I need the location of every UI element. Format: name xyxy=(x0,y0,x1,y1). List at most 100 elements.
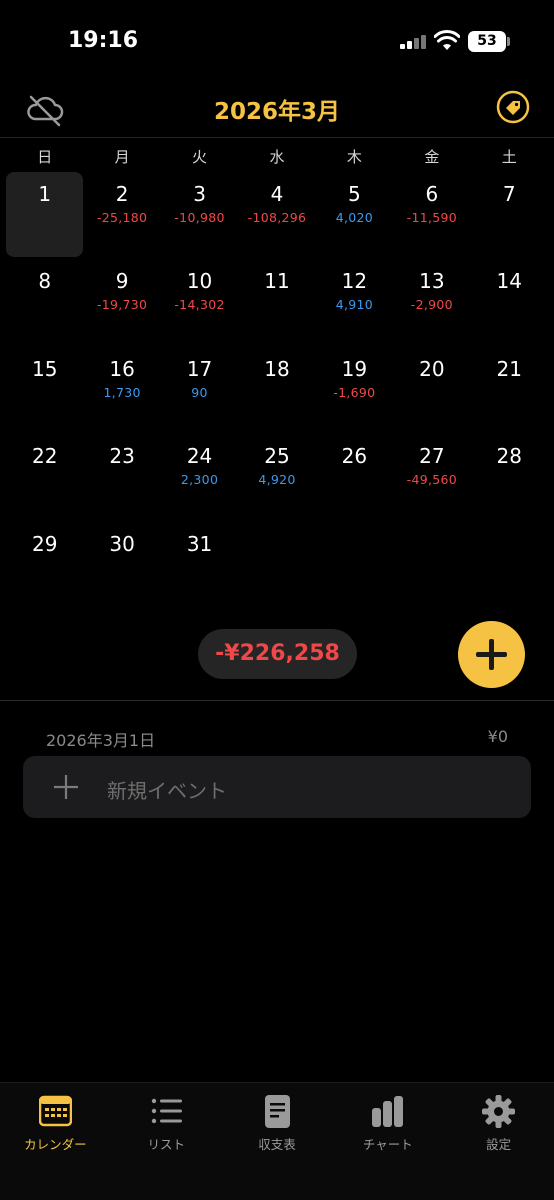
calendar-day-cell xyxy=(316,522,393,609)
calendar-day-cell[interactable]: 4 -108,296 xyxy=(238,172,315,259)
document-icon xyxy=(264,1095,290,1128)
new-event-label: 新規イベント xyxy=(107,779,227,803)
calendar-day-cell[interactable]: 18 xyxy=(238,347,315,434)
day-amount: -14,302 xyxy=(174,297,225,313)
calendar-day-cell[interactable]: 16 1,730 xyxy=(83,347,160,434)
calendar-day-cell[interactable]: 1 xyxy=(6,172,83,259)
calendar-day-cell[interactable]: 24 2,300 xyxy=(161,434,238,521)
wifi-icon xyxy=(434,30,460,50)
day-number: 26 xyxy=(341,444,368,469)
day-number: 23 xyxy=(109,444,135,469)
tag-icon[interactable] xyxy=(496,90,530,124)
status-time: 19:16 xyxy=(68,28,139,53)
tab-label: カレンダー xyxy=(24,1137,87,1152)
calendar-day-cell[interactable]: 5 4,020 xyxy=(316,172,393,259)
tab-settings[interactable]: 設定 xyxy=(443,1083,554,1163)
day-amount: 4,020 xyxy=(335,210,374,225)
new-event-button[interactable]: 新規イベント xyxy=(23,756,531,818)
calendar-day-cell[interactable]: 12 4,910 xyxy=(316,259,393,346)
weekday-label: 土 xyxy=(501,148,517,166)
tab-list[interactable]: リスト xyxy=(111,1083,222,1163)
day-number: 3 xyxy=(193,182,206,206)
calendar-icon xyxy=(39,1095,72,1127)
day-amount: -11,590 xyxy=(406,210,457,225)
day-amount: 90 xyxy=(191,384,208,400)
calendar-day-cell[interactable]: 20 xyxy=(393,347,470,434)
month-title[interactable]: 2026年3月 xyxy=(0,92,554,126)
calendar-week-row: 15 16 1,730 17 90 18 19 -1,690 20 21 xyxy=(6,347,548,434)
calendar-day-cell[interactable]: 13 -2,900 xyxy=(393,259,470,346)
tab-bar: カレンダー リスト 収支表 チャート 設定 xyxy=(0,1082,554,1200)
divider xyxy=(0,700,554,701)
weekday-row: 日月火水木金土 xyxy=(6,146,548,166)
tab-chart[interactable]: チャート xyxy=(332,1083,443,1163)
day-number: 5 xyxy=(348,182,361,206)
day-number: 29 xyxy=(31,531,58,556)
day-number xyxy=(471,522,548,532)
day-amount: 4,910 xyxy=(335,297,374,313)
calendar-day-cell[interactable]: 30 xyxy=(83,522,160,609)
day-number: 28 xyxy=(496,444,522,469)
weekday-label: 火 xyxy=(192,148,208,166)
day-number: 16 xyxy=(109,356,135,381)
calendar-day-cell xyxy=(471,522,548,609)
day-number: 14 xyxy=(496,269,522,294)
day-number: 10 xyxy=(186,269,213,294)
calendar-day-cell[interactable]: 27 -49,560 xyxy=(393,434,470,521)
calendar-day-cell[interactable]: 17 90 xyxy=(161,347,238,434)
day-number: 15 xyxy=(31,356,58,381)
tab-label: チャート xyxy=(362,1137,413,1152)
cellular-signal-icon xyxy=(400,33,428,49)
calendar-week-row: 8 9 -19,730 10 -14,302 11 12 4,910 13 -2,900 14 xyxy=(6,259,548,346)
weekday-label: 木 xyxy=(346,148,362,166)
calendar-day-cell[interactable]: 2 -25,180 xyxy=(83,172,160,259)
calendar-day-cell[interactable]: 6 -11,590 xyxy=(393,172,470,259)
calendar-day-cell[interactable]: 22 xyxy=(6,434,83,521)
calendar-day-cell[interactable]: 11 xyxy=(238,259,315,346)
calendar-day-cell[interactable]: 31 xyxy=(161,522,238,609)
calendar-week-row: 29 30 31 xyxy=(6,522,548,609)
tab-calendar[interactable]: カレンダー xyxy=(0,1083,111,1163)
calendar-day-cell[interactable]: 10 -14,302 xyxy=(161,259,238,346)
weekday-label: 水 xyxy=(269,148,285,166)
calendar-week-row: 22 23 24 2,300 25 4,920 26 27 -49,560 28 xyxy=(6,434,548,521)
tab-statement[interactable]: 収支表 xyxy=(222,1083,333,1163)
calendar-day-cell[interactable]: 3 -10,980 xyxy=(161,172,238,259)
day-number xyxy=(238,522,315,532)
calendar-day-cell[interactable]: 9 -19,730 xyxy=(83,259,160,346)
calendar-day-cell[interactable]: 21 xyxy=(471,347,548,434)
status-bar: 19:16 53 xyxy=(0,0,554,84)
day-amount: 4,920 xyxy=(258,472,296,488)
tab-label: リスト xyxy=(147,1137,185,1152)
day-number xyxy=(393,522,470,532)
day-amount: -19,730 xyxy=(96,297,148,313)
day-number: 6 xyxy=(425,182,439,206)
day-number: 22 xyxy=(31,444,58,469)
day-amount: 1,730 xyxy=(103,384,141,400)
calendar-day-cell[interactable]: 7 xyxy=(471,172,548,259)
calendar-day-cell[interactable]: 29 xyxy=(6,522,83,609)
calendar-day-cell[interactable]: 15 xyxy=(6,347,83,434)
calendar-day-cell[interactable]: 8 xyxy=(6,259,83,346)
day-number: 18 xyxy=(264,356,290,381)
day-amount: -108,296 xyxy=(247,210,307,225)
calendar-day-cell[interactable]: 14 xyxy=(471,259,548,346)
calendar-header: 2026年3月 xyxy=(0,84,554,138)
day-number: 31 xyxy=(186,531,213,556)
gear-icon xyxy=(482,1095,516,1128)
day-amount: 2,300 xyxy=(180,472,219,488)
calendar-day-cell[interactable]: 28 xyxy=(471,434,548,521)
day-number: 20 xyxy=(419,356,445,381)
calendar-day-cell[interactable]: 26 xyxy=(316,434,393,521)
calendar-week-row: 1 2 -25,180 3 -10,980 4 -108,296 5 4,020 6 -11,590… xyxy=(6,172,548,259)
add-event-button[interactable] xyxy=(458,621,525,688)
day-number: 24 xyxy=(186,444,213,469)
day-number: 11 xyxy=(264,269,290,294)
calendar-day-cell[interactable]: 19 -1,690 xyxy=(316,347,393,434)
day-number: 30 xyxy=(109,531,135,556)
calendar-grid: 1 2 -25,180 3 -10,980 4 -108,296 5 4,020 6 -11,590… xyxy=(6,172,548,609)
day-number: 9 xyxy=(115,269,129,294)
calendar-day-cell[interactable]: 25 4,920 xyxy=(238,434,315,521)
day-number xyxy=(316,522,393,532)
calendar-day-cell[interactable]: 23 xyxy=(83,434,160,521)
